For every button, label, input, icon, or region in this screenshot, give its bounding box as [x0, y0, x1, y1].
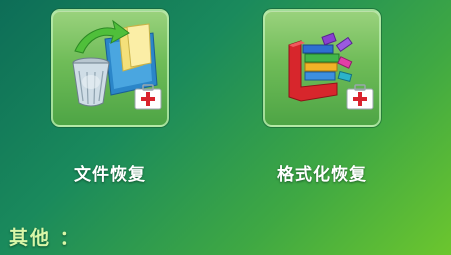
format-recovery-label[interactable]: 格式化恢复: [253, 160, 391, 185]
format-recovery-tile[interactable]: [263, 9, 381, 127]
file-recovery-label[interactable]: 文件恢复: [51, 160, 169, 185]
file-recovery-tile[interactable]: [51, 9, 169, 127]
color-blocks-icon: [288, 32, 374, 110]
recycle-bin-folder-icon: [72, 19, 162, 110]
first-aid-kit-icon: [346, 84, 374, 110]
section-title-other: 其他 ：: [9, 227, 81, 249]
first-aid-kit-icon: [134, 84, 162, 110]
